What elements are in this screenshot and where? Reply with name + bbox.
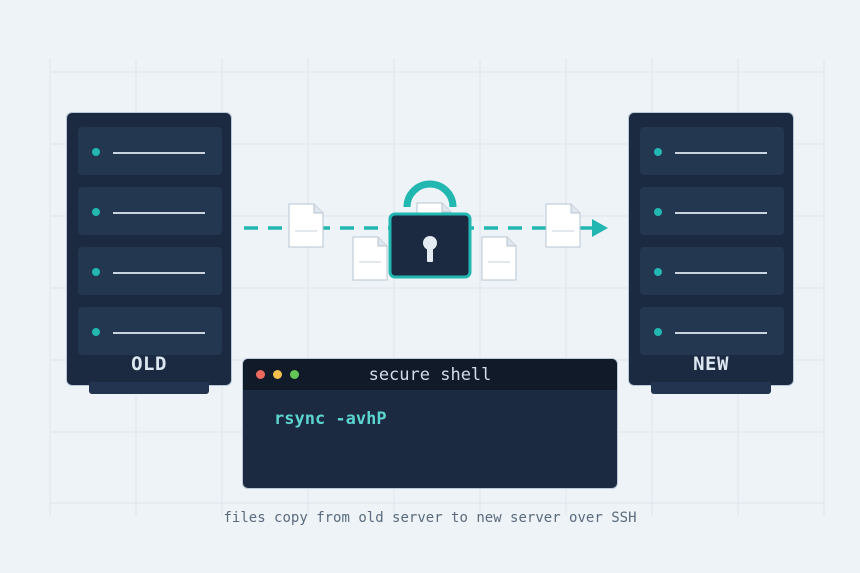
document-icon [288,203,324,248]
terminal-window: secure shell rsync -avhP [242,358,618,489]
ssh-migration-diagram: OLD NEW secure shell rsync -avhP files c… [0,0,860,573]
terminal-command: rsync -avhP [274,409,387,429]
padlock-icon [388,180,472,279]
arrow-head-icon [592,219,608,237]
terminal-title: secure shell [368,365,492,385]
document-icon [352,236,388,281]
diagram-caption: files copy from old server to new server… [223,510,637,526]
terminal-title-bar: secure shell [243,359,617,390]
document-icon [481,236,517,281]
document-icon [545,203,581,248]
